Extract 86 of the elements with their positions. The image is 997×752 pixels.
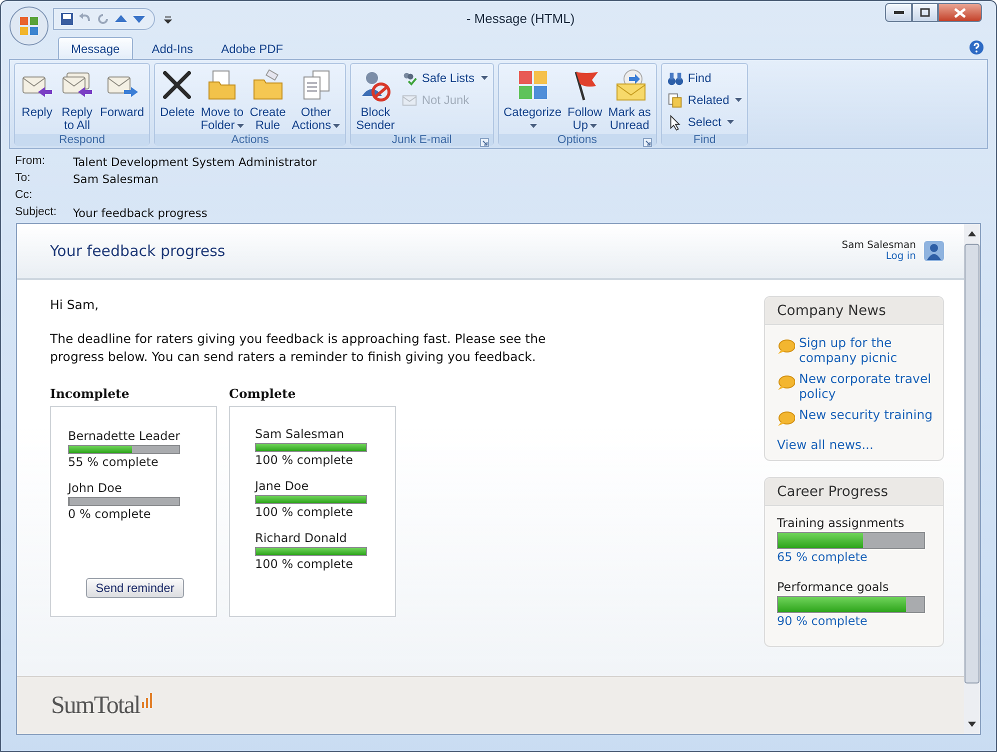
caret-icon — [735, 98, 742, 102]
ribbon-button[interactable]: Create Rule — [248, 66, 288, 132]
ribbon-button[interactable]: Other Actions — [290, 66, 342, 132]
user-name: Sam Salesman — [842, 240, 916, 251]
ribbon-button[interactable]: Block Sender — [354, 66, 397, 132]
rater-name: John Doe — [68, 481, 123, 495]
greeting: Hi Sam, — [50, 296, 100, 314]
ribbon-button[interactable]: Find — [664, 68, 744, 88]
ribbon-button[interactable]: Forward — [98, 66, 146, 132]
login-link[interactable]: Log in — [886, 251, 916, 262]
caret-icon — [530, 124, 538, 128]
progress-reading: 100 % complete — [255, 453, 354, 467]
rater-name: Sam Salesman — [255, 427, 346, 441]
column-heading: Incomplete — [50, 386, 130, 401]
ribbon-button[interactable]: Reply — [18, 66, 56, 132]
caret-icon — [590, 124, 598, 128]
header-value: Sam Salesman — [73, 172, 160, 187]
progress-label: Training assignments — [777, 516, 906, 530]
ribbon-button[interactable]: Mark as Unread — [606, 66, 653, 132]
page-title: Your feedback progress — [50, 242, 226, 260]
progress-label: Performance goals — [777, 580, 890, 594]
folder-icon — [250, 68, 285, 102]
ribbon-tab[interactable]: Adobe PDF — [208, 37, 296, 59]
avatar-icon — [924, 241, 944, 261]
progress-reading: 100 % complete — [255, 505, 354, 519]
progress-reading: 100 % complete — [255, 557, 354, 571]
ribbon-button[interactable]: Move to Folder — [198, 66, 246, 132]
group-label: Actions — [231, 134, 269, 146]
speech-bubble-icon — [777, 411, 795, 427]
speech-bubble-icon — [777, 339, 795, 355]
close-button[interactable] — [938, 3, 982, 22]
ribbon-button[interactable]: Reply to All — [58, 66, 96, 132]
maximize-button[interactable] — [912, 3, 938, 22]
header-label: Cc: — [15, 189, 34, 203]
caret-icon — [236, 124, 244, 128]
view-all-link[interactable]: View all news... — [777, 437, 933, 452]
header-value: Talent Development System Administrator — [73, 155, 318, 170]
caret-icon — [333, 124, 340, 128]
news-link[interactable]: New security training — [799, 407, 933, 422]
caret-icon — [727, 120, 734, 124]
header-label: To: — [15, 172, 32, 186]
ribbon-button[interactable]: Follow Up — [566, 66, 604, 132]
progress-link[interactable]: 90 % complete — [777, 614, 933, 628]
group-label: Junk E-mail — [392, 134, 452, 146]
news-link[interactable]: New corporate travel policy — [799, 371, 933, 401]
ribbon-button[interactable]: Safe Lists — [398, 68, 490, 88]
minimize-button[interactable] — [885, 3, 912, 22]
launcher-icon[interactable] — [642, 138, 652, 147]
ribbon-button[interactable]: Select — [664, 112, 744, 132]
group-label: Options — [557, 134, 598, 146]
rater-name: Bernadette Leader — [68, 429, 182, 443]
send-reminder-button[interactable]: Send reminder — [86, 578, 184, 598]
progress-reading: 0 % complete — [68, 507, 152, 521]
maximize-icon — [920, 8, 930, 17]
group-label: Find — [693, 134, 716, 146]
office-button[interactable] — [9, 6, 49, 46]
ribbon-button[interactable]: Related — [664, 90, 744, 110]
close-icon — [954, 8, 966, 18]
ribbon-button[interactable]: Categorize — [502, 66, 564, 132]
rater-name: Jane Doe — [255, 479, 310, 493]
pages-icon — [666, 92, 684, 108]
rater-name: Richard Donald — [255, 531, 348, 545]
caret-icon — [480, 76, 488, 80]
card-title: Company News — [777, 302, 886, 318]
help-icon[interactable] — [969, 40, 984, 55]
speech-bubble-icon — [777, 375, 795, 391]
bars-icon — [140, 692, 153, 708]
ribbon-button[interactable]: Delete — [158, 66, 197, 132]
save-icon[interactable] — [60, 12, 74, 26]
scrollbar[interactable] — [964, 224, 980, 734]
card-title: Career Progress — [777, 484, 888, 500]
column-heading: Complete — [229, 386, 297, 401]
ribbon-tab[interactable]: Message — [58, 37, 133, 59]
header-label: Subject: — [15, 206, 58, 220]
progress-reading: 55 % complete — [68, 455, 160, 469]
group-label: Respond — [58, 134, 106, 146]
ribbon-tab[interactable]: Add-Ins — [138, 37, 206, 59]
logo: SumTotal — [51, 692, 140, 720]
minimize-icon — [894, 10, 904, 14]
header-value: Your feedback progress — [73, 206, 208, 221]
window-title: - Message (HTML) — [465, 11, 576, 26]
intro-text: The deadline for raters giving you feedback is approaching fast. Please see the progress below. You can send raters a reminder to finish giving you feedback. — [50, 330, 547, 366]
news-link[interactable]: Sign up for the company picnic — [799, 335, 933, 365]
progress-link[interactable]: 65 % complete — [777, 550, 933, 564]
header-label: From: — [15, 155, 46, 169]
launcher-icon[interactable] — [480, 138, 489, 147]
